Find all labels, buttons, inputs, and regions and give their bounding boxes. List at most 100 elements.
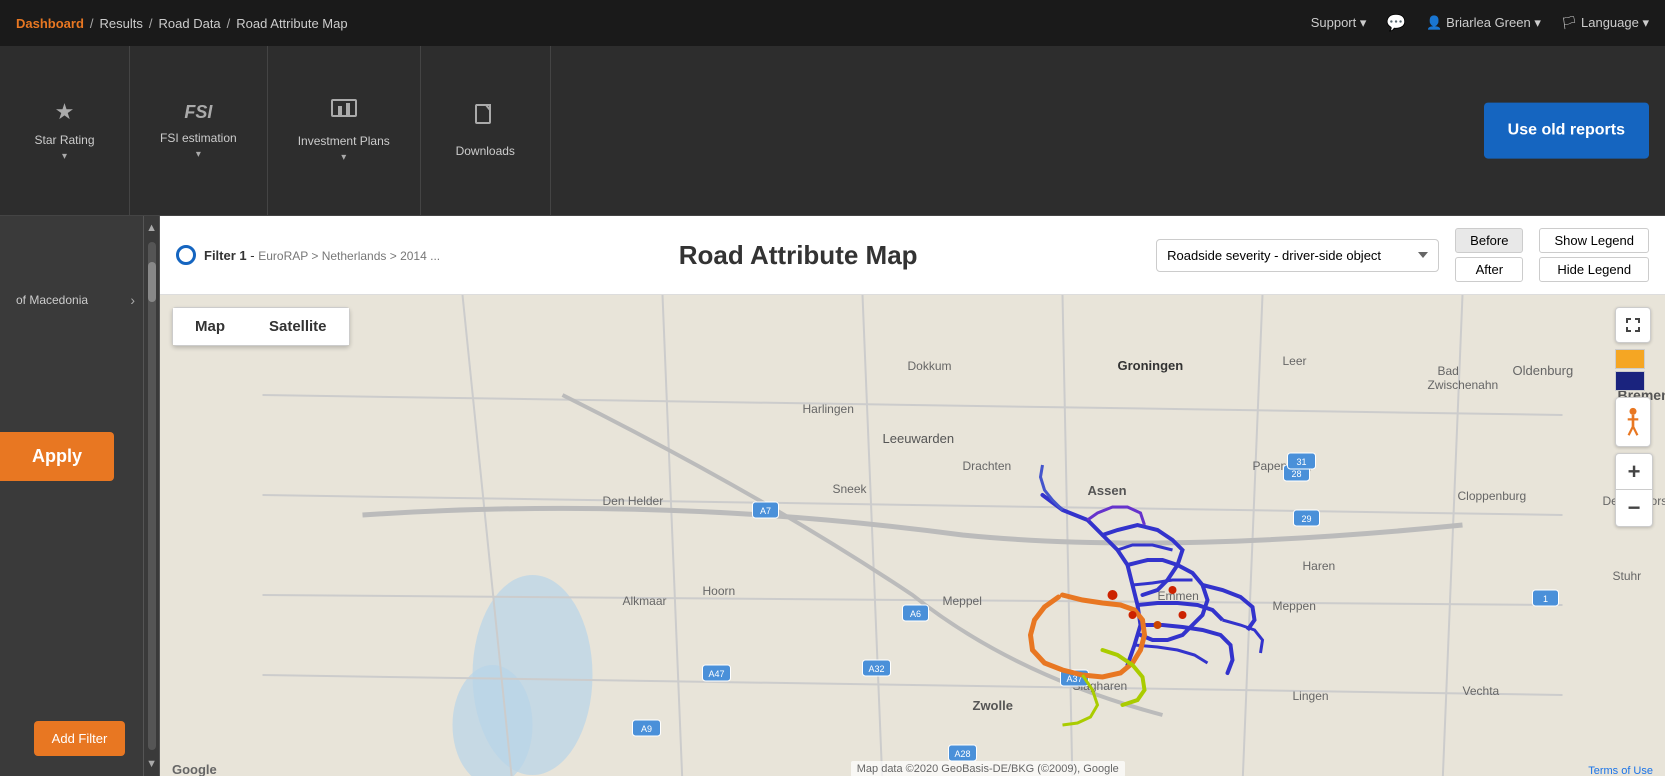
apply-button[interactable]: Apply [0,432,114,481]
svg-text:Cloppenburg: Cloppenburg [1458,489,1527,503]
legend-controls: Show Legend Hide Legend [1539,228,1649,282]
filter-label: Filter 1 - EuroRAP > Netherlands > 2014 … [204,248,440,263]
support-menu[interactable]: Support ▾ [1311,15,1367,31]
svg-text:Lingen: Lingen [1293,689,1329,703]
svg-text:Sneek: Sneek [833,482,868,496]
svg-text:1: 1 [1543,594,1548,604]
svg-text:Groningen: Groningen [1118,358,1184,373]
svg-text:Haren: Haren [1303,559,1336,573]
nav-star-rating[interactable]: ★ Star Rating ▾ [0,46,130,215]
navy-swatch[interactable] [1615,371,1645,391]
svg-text:Meppen: Meppen [1273,599,1316,613]
after-button[interactable]: After [1455,257,1523,282]
svg-text:Emmen: Emmen [1158,589,1199,603]
chat-icon[interactable]: 💬 [1386,13,1406,33]
use-old-reports-button[interactable]: Use old reports [1484,102,1649,159]
second-nav: ★ Star Rating ▾ FSI FSI estimation ▾ Inv… [0,46,1665,216]
svg-text:A7: A7 [760,506,771,516]
fsi-label: FSI estimation [160,131,237,145]
terms-of-use[interactable]: Terms of Use [1588,765,1653,776]
svg-text:Stuhr: Stuhr [1613,569,1642,583]
scroll-thumb [148,262,156,302]
svg-text:Zwolle: Zwolle [973,698,1013,713]
google-map-background: Dokkum Groningen Leer Bad Zwischenahn Ol… [160,295,1665,776]
svg-text:Leer: Leer [1283,354,1307,368]
orange-swatch[interactable] [1615,349,1645,369]
map-area: Filter 1 - EuroRAP > Netherlands > 2014 … [160,216,1665,776]
breadcrumb-dashboard[interactable]: Dashboard [16,16,84,31]
breadcrumb: Dashboard / Results / Road Data / Road A… [16,16,348,31]
attribute-dropdown[interactable]: Roadside severity - driver-side object R… [1156,239,1439,272]
street-view-button[interactable] [1615,397,1651,447]
breadcrumb-sep1: / [90,16,94,31]
person-figure-icon [1623,407,1643,437]
map-body[interactable]: Map Satellite [160,295,1665,776]
add-filter-button[interactable]: Add Filter [34,721,126,756]
map-controls: + − [1615,307,1653,527]
fullscreen-icon [1625,317,1641,333]
breadcrumb-sep3: / [227,16,231,31]
satellite-view-button[interactable]: Satellite [247,308,349,345]
svg-text:A28: A28 [954,749,970,759]
hide-legend-button[interactable]: Hide Legend [1539,257,1649,282]
svg-text:Assen: Assen [1088,483,1127,498]
downloads-icon [473,104,497,136]
main-content: Apply ▲ ▼ of Macedonia › Add Filter Filt… [0,216,1665,776]
fsi-icon: FSI [184,102,212,123]
investment-label: Investment Plans [298,134,390,148]
language-menu[interactable]: 🏳 Language ▾ [1561,15,1649,31]
map-view-button[interactable]: Map [173,308,247,345]
map-header: Filter 1 - EuroRAP > Netherlands > 2014 … [160,216,1665,295]
svg-text:29: 29 [1301,514,1311,524]
svg-text:Bad: Bad [1438,364,1459,378]
before-after-controls: Before After [1455,228,1523,282]
top-right-nav: Support ▾ 💬 👤 Briarlea Green ▾ 🏳 Languag… [1311,13,1649,33]
before-button[interactable]: Before [1455,228,1523,253]
fsi-arrow: ▾ [196,149,201,160]
svg-text:Meppel: Meppel [943,594,982,608]
svg-text:Harlingen: Harlingen [803,402,854,416]
downloads-label: Downloads [456,144,515,158]
map-type-toggle: Map Satellite [172,307,350,346]
map-attribution: Map data ©2020 GeoBasis-DE/BKG (©2009), … [851,761,1125,776]
svg-text:Drachten: Drachten [963,459,1012,473]
sidebar-item-macedonia[interactable]: of Macedonia › [8,284,143,316]
google-logo: Google [172,762,217,776]
breadcrumb-sep2: / [149,16,153,31]
svg-text:Den Helder: Den Helder [603,494,664,508]
svg-text:A9: A9 [641,724,652,734]
star-icon: ★ [55,99,75,125]
svg-text:Hoorn: Hoorn [703,584,736,598]
nav-fsi-estimation[interactable]: FSI FSI estimation ▾ [130,46,268,215]
scroll-track [148,242,156,750]
investment-icon [330,98,358,126]
zoom-in-button[interactable]: + [1616,454,1652,490]
svg-text:A47: A47 [708,669,724,679]
breadcrumb-road-attribute-map[interactable]: Road Attribute Map [236,16,347,31]
svg-text:Dokkum: Dokkum [908,359,952,373]
star-rating-arrow: ▾ [62,151,67,162]
breadcrumb-road-data[interactable]: Road Data [159,16,221,31]
zoom-out-button[interactable]: − [1616,490,1652,526]
nav-investment-plans[interactable]: Investment Plans ▾ [268,46,421,215]
map-title: Road Attribute Map [456,240,1140,271]
svg-text:A6: A6 [910,609,921,619]
user-menu[interactable]: 👤 Briarlea Green ▾ [1426,15,1541,31]
top-nav: Dashboard / Results / Road Data / Road A… [0,0,1665,46]
svg-text:A32: A32 [868,664,884,674]
map-svg: Dokkum Groningen Leer Bad Zwischenahn Ol… [160,295,1665,776]
sidebar: ▲ ▼ of Macedonia › Add Filter [0,216,160,776]
svg-text:Oldenburg: Oldenburg [1513,363,1574,378]
color-swatches [1615,349,1653,391]
nav-downloads[interactable]: Downloads [421,46,551,215]
star-rating-label: Star Rating [34,133,94,147]
breadcrumb-results[interactable]: Results [100,16,143,31]
fullscreen-button[interactable] [1615,307,1651,343]
svg-text:Leeuwarden: Leeuwarden [883,431,955,446]
svg-text:Zwischenahn: Zwischenahn [1428,378,1499,392]
svg-text:28: 28 [1291,469,1301,479]
show-legend-button[interactable]: Show Legend [1539,228,1649,253]
apply-section: Apply [0,432,114,481]
svg-text:31: 31 [1296,457,1306,467]
investment-arrow: ▾ [341,152,346,163]
